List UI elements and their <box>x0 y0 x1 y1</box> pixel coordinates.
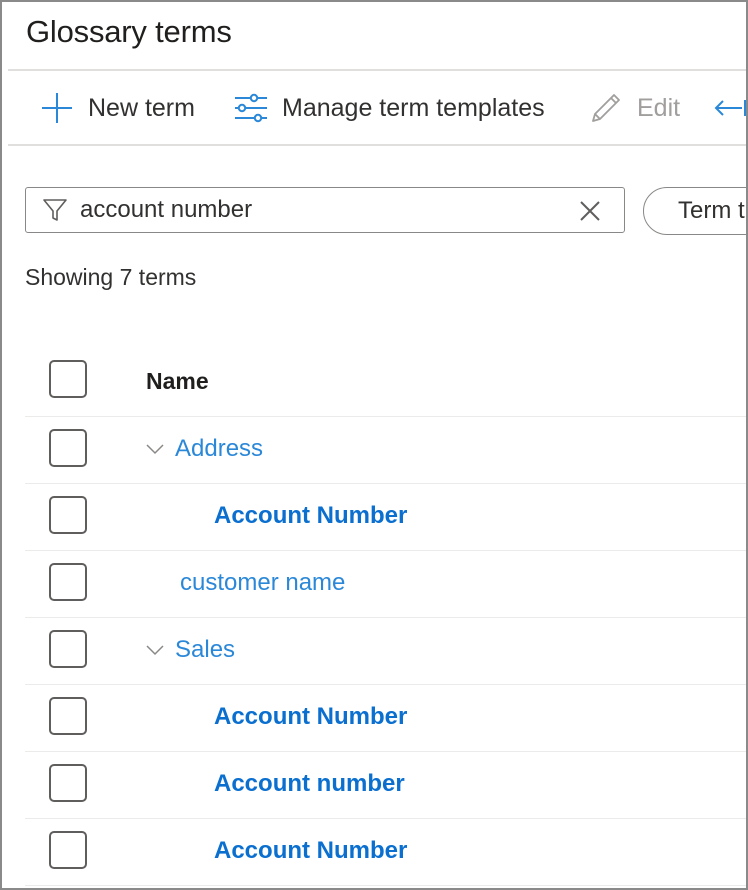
new-term-label: New term <box>88 93 195 122</box>
sliders-icon <box>234 93 268 123</box>
results-count: Showing 7 terms <box>25 264 197 290</box>
name-cell: Sales <box>145 636 235 664</box>
toolbar-divider <box>8 144 746 146</box>
edit-label: Edit <box>637 93 681 122</box>
manage-term-templates-button[interactable]: Manage term templates <box>234 91 545 125</box>
column-header-name[interactable]: Name <box>146 368 209 395</box>
edit-button[interactable]: Edit <box>589 91 680 125</box>
table-header-row: Name <box>25 348 746 417</box>
chevron-down-icon[interactable] <box>145 643 165 657</box>
name-cell: Address <box>145 435 263 463</box>
filter-input[interactable] <box>80 196 550 224</box>
name-cell: customer name <box>180 569 345 597</box>
name-cell: Account Number <box>214 703 407 731</box>
table-row[interactable]: Account Number <box>25 484 746 551</box>
table-row[interactable]: Account number <box>25 752 746 819</box>
table-row[interactable]: Account Number <box>25 819 746 886</box>
close-icon <box>580 201 600 221</box>
manage-term-templates-label: Manage term templates <box>282 93 545 122</box>
chevron-down-icon[interactable] <box>145 442 165 456</box>
row-checkbox[interactable] <box>49 764 87 802</box>
row-checkbox[interactable] <box>49 630 87 668</box>
arrow-left-bar-icon <box>714 98 746 118</box>
new-term-button[interactable]: New term <box>40 91 195 125</box>
table-row[interactable]: customer name <box>25 551 746 618</box>
term-link[interactable]: Account number <box>214 770 405 798</box>
name-cell: Account number <box>214 770 405 798</box>
glossary-panel: Glossary terms New term Manage term temp… <box>0 0 748 890</box>
term-link[interactable]: customer name <box>180 569 345 597</box>
table-row[interactable]: Sales <box>25 618 746 685</box>
term-link[interactable]: Account Number <box>214 502 407 530</box>
term-link[interactable]: Account Number <box>214 837 407 865</box>
plus-icon <box>40 91 74 125</box>
term-link[interactable]: Account Number <box>214 703 407 731</box>
row-checkbox[interactable] <box>49 496 87 534</box>
row-checkbox[interactable] <box>49 563 87 601</box>
term-type-filter-pill[interactable]: Term t <box>643 187 746 235</box>
table-row[interactable]: Account Number <box>25 685 746 752</box>
table-row[interactable]: Address <box>25 417 746 484</box>
name-cell: Account Number <box>214 502 407 530</box>
filter-box <box>25 187 625 233</box>
row-checkbox[interactable] <box>49 429 87 467</box>
title-divider <box>8 69 746 71</box>
terms-table: Name Address Account Number customer name S… <box>2 348 746 886</box>
pencil-icon <box>589 91 623 125</box>
select-all-checkbox[interactable] <box>49 360 87 398</box>
filter-icon <box>42 197 68 223</box>
page-title: Glossary terms <box>26 14 232 49</box>
parent-term-link[interactable]: Address <box>175 435 263 463</box>
command-bar: New term Manage term templates Edit <box>2 72 746 144</box>
parent-term-link[interactable]: Sales <box>175 636 235 664</box>
name-cell: Account Number <box>214 837 407 865</box>
row-checkbox[interactable] <box>49 697 87 735</box>
row-checkbox[interactable] <box>49 831 87 869</box>
move-term-button[interactable] <box>714 91 746 125</box>
clear-filter-button[interactable] <box>578 199 602 223</box>
term-type-filter-label: Term t <box>678 197 745 224</box>
